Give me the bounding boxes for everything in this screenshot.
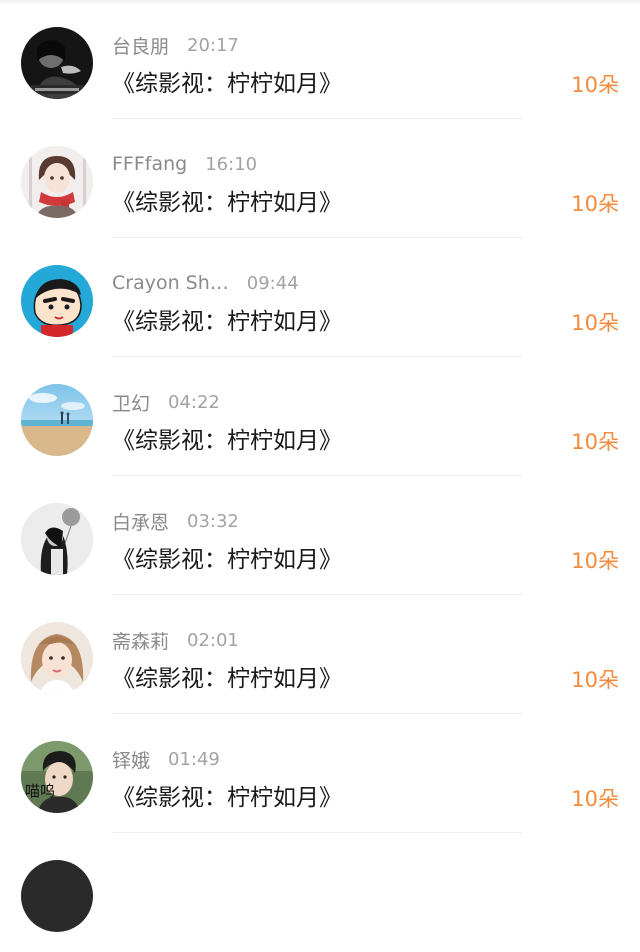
message-text: 《综影视：柠柠如月》	[112, 309, 342, 335]
list-item[interactable]: 白承恩 03:32 《综影视：柠柠如月》 10朵	[0, 476, 640, 595]
timestamp: 16:10	[205, 153, 258, 175]
message-text: 《综影视：柠柠如月》	[112, 428, 342, 454]
avatar-girl-dark-icon	[21, 27, 93, 99]
avatar-beach-sky-icon	[21, 384, 93, 456]
timestamp: 09:44	[246, 272, 299, 294]
avatar[interactable]	[21, 860, 93, 932]
timestamp: 04:22	[168, 391, 220, 413]
row-meta: 铎娥 01:49	[112, 746, 220, 772]
timestamp: 02:01	[187, 629, 239, 651]
list-item[interactable]: 卫幻 04:22 《综影视：柠柠如月》 10朵	[0, 357, 640, 476]
row-meta: 白承恩 03:32	[112, 508, 239, 534]
avatar-anime-girl-icon	[21, 146, 93, 218]
avatar[interactable]: 喵呜	[21, 741, 93, 813]
row-meta: 卫幻 04:22	[112, 389, 220, 415]
message-text: 《综影视：柠柠如月》	[112, 547, 342, 573]
avatar-crayon-shinchan-icon	[21, 265, 93, 337]
avatar[interactable]	[21, 622, 93, 694]
list-item[interactable]: FFFfang 16:10 《综影视：柠柠如月》 10朵	[0, 119, 640, 238]
avatar-boy-miaowu-icon: 喵呜	[21, 741, 93, 813]
row-meta: 斋森莉 02:01	[112, 627, 239, 653]
user-name[interactable]: 白承恩	[112, 508, 169, 535]
avatar-caption: 喵呜	[25, 782, 55, 800]
user-name[interactable]: 斋森莉	[112, 627, 169, 654]
gift-count: 10朵	[571, 549, 619, 573]
user-name[interactable]: FFFfang	[112, 153, 187, 175]
avatar[interactable]	[21, 146, 93, 218]
message-text: 《综影视：柠柠如月》	[112, 785, 342, 811]
list-item[interactable]	[0, 833, 640, 952]
timestamp: 03:32	[187, 510, 239, 532]
row-meta: FFFfang 16:10	[112, 151, 257, 177]
row-meta: 台良朋 20:17	[112, 32, 239, 58]
list-item[interactable]: Crayon Sh… 09:44 《综影视：柠柠如月》 10朵	[0, 238, 640, 357]
avatar[interactable]	[21, 384, 93, 456]
timestamp: 01:49	[168, 748, 220, 770]
user-name[interactable]: Crayon Sh…	[112, 272, 229, 294]
user-name[interactable]: 铎娥	[112, 746, 150, 773]
message-text: 《综影视：柠柠如月》	[112, 190, 342, 216]
timestamp: 20:17	[187, 34, 239, 56]
avatar[interactable]	[21, 265, 93, 337]
gift-count: 10朵	[571, 73, 619, 97]
gift-count: 10朵	[571, 668, 619, 692]
list-item[interactable]: 台良朋 20:17 《综影视：柠柠如月》 10朵	[0, 0, 640, 119]
avatar-girl-balloon-icon	[21, 503, 93, 575]
row-meta: Crayon Sh… 09:44	[112, 270, 299, 296]
user-name[interactable]: 卫幻	[112, 389, 150, 416]
avatar[interactable]	[21, 27, 93, 99]
message-text: 《综影视：柠柠如月》	[112, 71, 342, 97]
list-item[interactable]: 喵呜 铎娥 01:49 《综影视：柠柠如月》 10朵	[0, 714, 640, 833]
avatar[interactable]	[21, 503, 93, 575]
gift-count: 10朵	[571, 430, 619, 454]
gift-count: 10朵	[571, 192, 619, 216]
gift-count: 10朵	[571, 787, 619, 811]
message-text: 《综影视：柠柠如月》	[112, 666, 342, 692]
avatar-girl-portrait-icon	[21, 622, 93, 694]
user-name[interactable]: 台良朋	[112, 32, 169, 59]
list-item[interactable]: 斋森莉 02:01 《综影视：柠柠如月》 10朵	[0, 595, 640, 714]
gift-count: 10朵	[571, 311, 619, 335]
